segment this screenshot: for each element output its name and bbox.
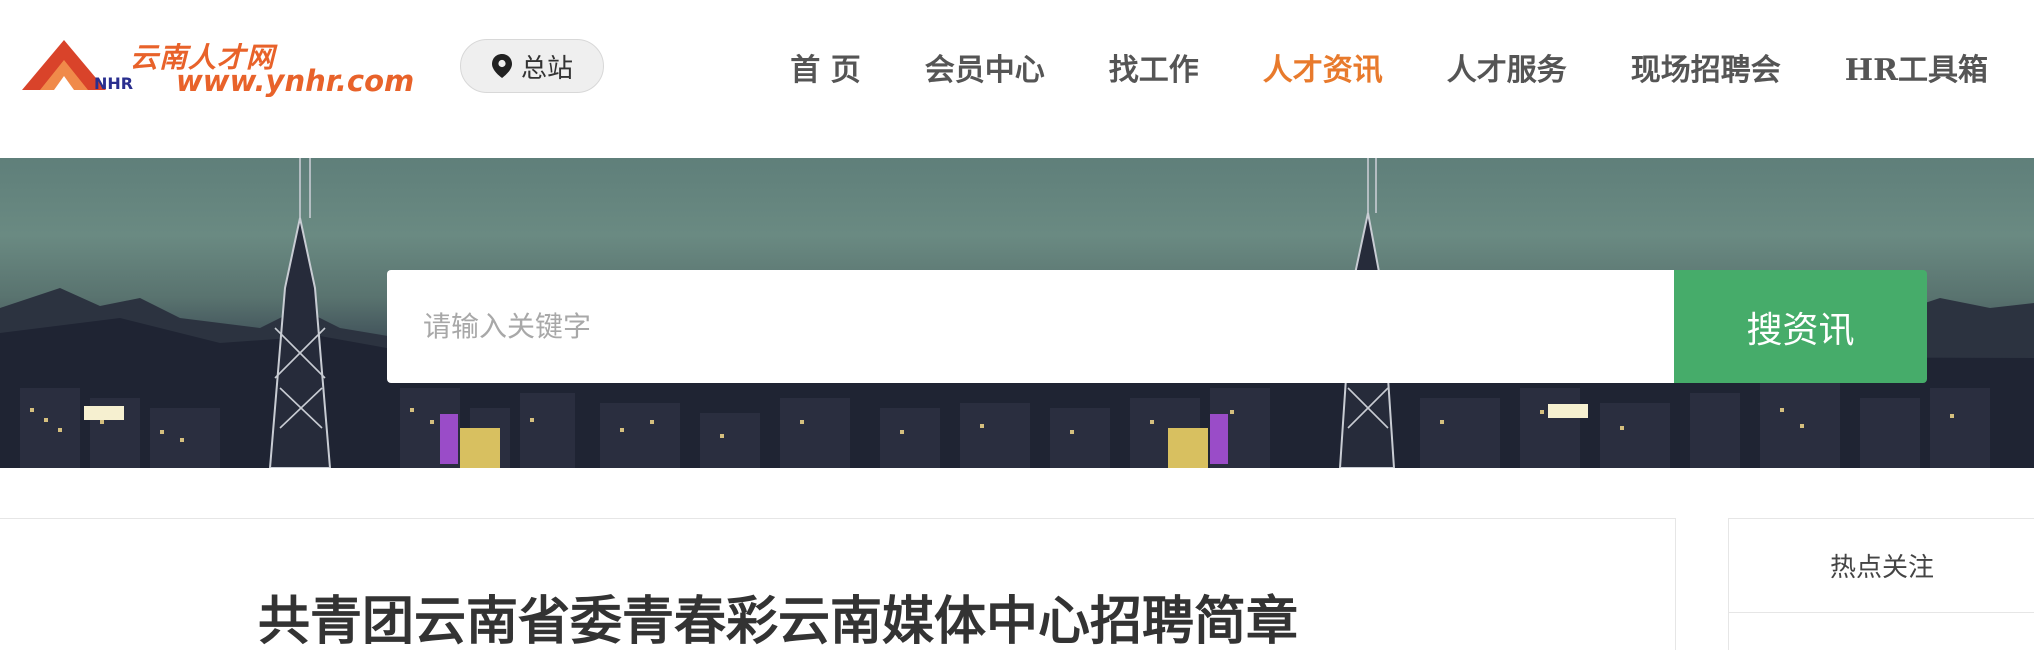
hero-banner: 搜资讯 <box>0 158 2034 468</box>
site-header: 云南人才网 NHR www.ynhr.com 总站 首 页 会员中心 找工作 人… <box>0 0 2034 158</box>
logo-nhr-text: NHR <box>94 74 134 93</box>
site-selector-label: 总站 <box>520 53 573 84</box>
main-nav: 首 页 会员中心 找工作 人才资讯 人才服务 现场招聘会 HR工具箱 <box>726 40 1988 94</box>
nav-item-member-center[interactable]: 会员中心 <box>925 45 1045 89</box>
nav-item-home[interactable]: 首 页 <box>790 45 860 89</box>
hot-topics-panel: 热点关注 <box>1728 518 2034 650</box>
nav-item-talent-news[interactable]: 人才资讯 <box>1263 45 1383 89</box>
site-logo[interactable]: 云南人才网 NHR www.ynhr.com <box>18 34 414 98</box>
nav-item-find-job[interactable]: 找工作 <box>1109 45 1199 89</box>
hot-topics-title: 热点关注 <box>1729 519 2034 613</box>
search-news-button[interactable]: 搜资讯 <box>1674 270 1927 383</box>
site-selector-button[interactable]: 总站 <box>460 39 604 93</box>
location-pin-icon <box>491 54 512 78</box>
article-panel: 共青团云南省委青春彩云南媒体中心招聘简章 <box>0 518 1676 650</box>
article-title: 共青团云南省委青春彩云南媒体中心招聘简章 <box>258 591 1299 650</box>
news-search-bar: 搜资讯 <box>387 270 1927 383</box>
news-search-input[interactable] <box>387 270 1674 383</box>
nav-item-talent-service[interactable]: 人才服务 <box>1447 45 1567 89</box>
logo-url-text: www.ynhr.com <box>176 64 415 98</box>
nav-item-job-fair[interactable]: 现场招聘会 <box>1631 45 1781 89</box>
nav-item-hr-toolbox[interactable]: HR工具箱 <box>1845 45 1988 89</box>
